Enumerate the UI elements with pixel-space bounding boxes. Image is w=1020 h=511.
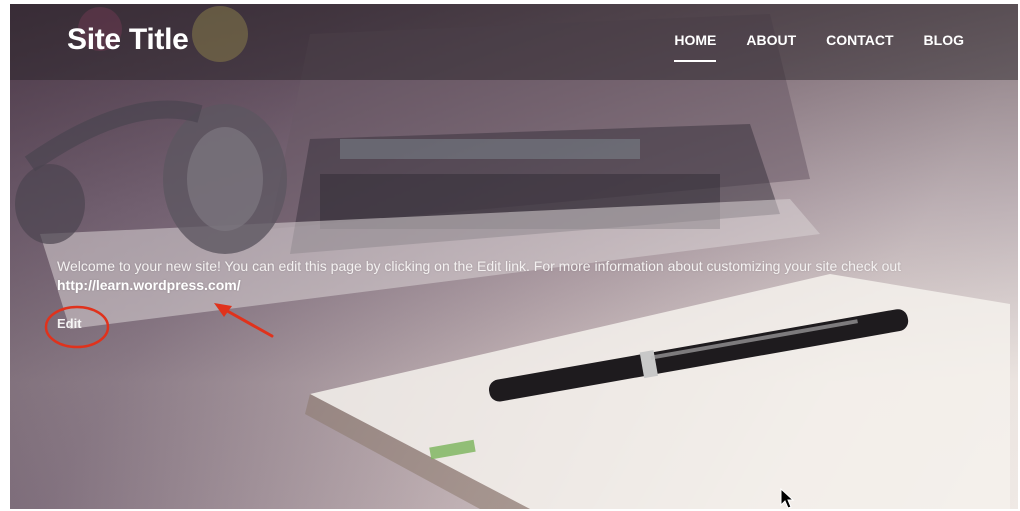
nav-item-about[interactable]: ABOUT (746, 32, 796, 62)
page-content: Welcome to your new site! You can edit t… (57, 257, 927, 295)
nav-item-contact[interactable]: CONTACT (826, 32, 893, 62)
site-header: Site Title HOME ABOUT CONTACT BLOG (10, 4, 1018, 80)
edit-link[interactable]: Edit (57, 316, 82, 331)
intro-text: Welcome to your new site! You can edit t… (57, 258, 902, 274)
main-nav: HOME ABOUT CONTACT BLOG (674, 32, 964, 62)
site-title[interactable]: Site Title (67, 23, 189, 57)
nav-item-blog[interactable]: BLOG (924, 32, 964, 62)
learn-wordpress-link[interactable]: http://learn.wordpress.com/ (57, 277, 241, 293)
nav-item-home[interactable]: HOME (674, 32, 717, 62)
